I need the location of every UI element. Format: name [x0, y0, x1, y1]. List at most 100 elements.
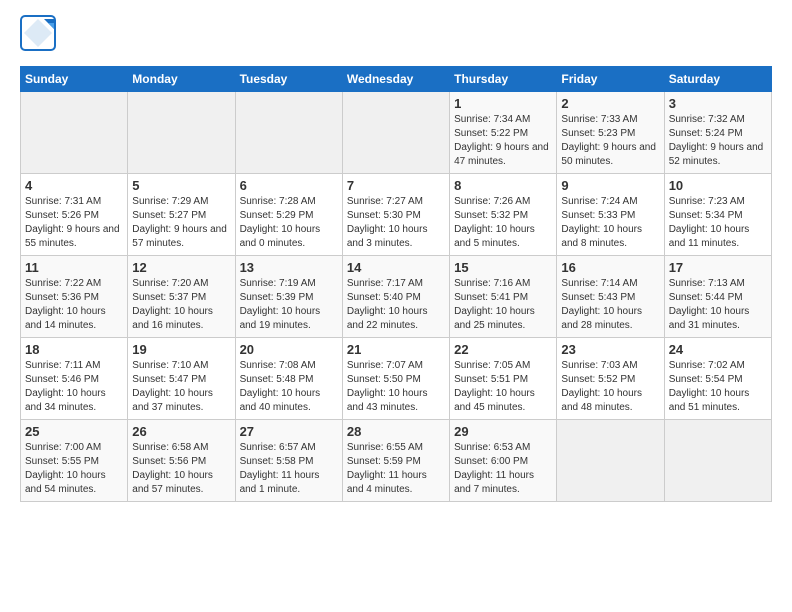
day-number: 10: [669, 178, 767, 193]
day-info: Sunrise: 6:57 AM Sunset: 5:58 PM Dayligh…: [240, 441, 338, 497]
calendar-cell: 24 Sunrise: 7:02 AM Sunset: 5:54 PM Dayli…: [664, 338, 771, 420]
weekday-header-wednesday: Wednesday: [342, 67, 449, 92]
day-info: Sunrise: 7:23 AM Sunset: 5:34 PM Dayligh…: [669, 195, 767, 251]
calendar-cell: 7 Sunrise: 7:27 AM Sunset: 5:30 PM Daylig…: [342, 174, 449, 256]
day-number: 27: [240, 424, 338, 439]
day-info: Sunrise: 7:05 AM Sunset: 5:51 PM Dayligh…: [454, 359, 552, 415]
calendar-cell: 10 Sunrise: 7:23 AM Sunset: 5:34 PM Dayli…: [664, 174, 771, 256]
calendar-week-row: 11 Sunrise: 7:22 AM Sunset: 5:36 PM Dayli…: [21, 256, 772, 338]
day-number: 23: [561, 342, 659, 357]
calendar-cell: 22 Sunrise: 7:05 AM Sunset: 5:51 PM Dayli…: [450, 338, 557, 420]
calendar-cell: 5 Sunrise: 7:29 AM Sunset: 5:27 PM Daylig…: [128, 174, 235, 256]
calendar-cell: 18Sunrise: 7:11 AM Sunset: 5:46 PM Dayli…: [21, 338, 128, 420]
calendar-cell: 19 Sunrise: 7:10 AM Sunset: 5:47 PM Dayli…: [128, 338, 235, 420]
calendar-cell: 4Sunrise: 7:31 AM Sunset: 5:26 PM Daylig…: [21, 174, 128, 256]
calendar-table: SundayMondayTuesdayWednesdayThursdayFrid…: [20, 66, 772, 502]
day-info: Sunrise: 7:03 AM Sunset: 5:52 PM Dayligh…: [561, 359, 659, 415]
calendar-cell: 29 Sunrise: 6:53 AM Sunset: 6:00 PM Dayli…: [450, 420, 557, 502]
calendar-cell: 27 Sunrise: 6:57 AM Sunset: 5:58 PM Dayli…: [235, 420, 342, 502]
calendar-header: SundayMondayTuesdayWednesdayThursdayFrid…: [21, 67, 772, 92]
logo: [20, 15, 60, 56]
calendar-cell: 14Sunrise: 7:17 AM Sunset: 5:40 PM Dayli…: [342, 256, 449, 338]
day-info: Sunrise: 7:19 AM Sunset: 5:39 PM Dayligh…: [240, 277, 338, 333]
day-info: Sunrise: 7:14 AM Sunset: 5:43 PM Dayligh…: [561, 277, 659, 333]
day-number: 16: [561, 260, 659, 275]
day-number: 6: [240, 178, 338, 193]
calendar-cell: 28 Sunrise: 6:55 AM Sunset: 5:59 PM Dayli…: [342, 420, 449, 502]
calendar-cell: 6 Sunrise: 7:28 AM Sunset: 5:29 PM Daylig…: [235, 174, 342, 256]
day-info: Sunrise: 7:11 AM Sunset: 5:46 PM Dayligh…: [25, 359, 123, 415]
calendar-cell: 21 Sunrise: 7:07 AM Sunset: 5:50 PM Dayli…: [342, 338, 449, 420]
day-info: Sunrise: 7:10 AM Sunset: 5:47 PM Dayligh…: [132, 359, 230, 415]
day-info: Sunrise: 7:02 AM Sunset: 5:54 PM Dayligh…: [669, 359, 767, 415]
logo-icon: [20, 15, 56, 51]
day-number: 25: [25, 424, 123, 439]
day-number: 24: [669, 342, 767, 357]
day-number: 22: [454, 342, 552, 357]
calendar-cell: 25 Sunrise: 7:00 AM Sunset: 5:55 PM Dayli…: [21, 420, 128, 502]
calendar-cell: 3 Sunrise: 7:32 AM Sunset: 5:24 PM Daylig…: [664, 92, 771, 174]
day-info: Sunrise: 7:28 AM Sunset: 5:29 PM Dayligh…: [240, 195, 338, 251]
calendar-container: SundayMondayTuesdayWednesdayThursdayFrid…: [0, 0, 792, 512]
day-number: 12: [132, 260, 230, 275]
day-info: Sunrise: 7:07 AM Sunset: 5:50 PM Dayligh…: [347, 359, 445, 415]
day-info: Sunrise: 6:55 AM Sunset: 5:59 PM Dayligh…: [347, 441, 445, 497]
day-info: Sunrise: 7:00 AM Sunset: 5:55 PM Dayligh…: [25, 441, 123, 497]
day-number: 17: [669, 260, 767, 275]
calendar-cell: 16 Sunrise: 7:14 AM Sunset: 5:43 PM Dayli…: [557, 256, 664, 338]
calendar-cell: [557, 420, 664, 502]
calendar-cell: 2Sunrise: 7:33 AM Sunset: 5:23 PM Daylig…: [557, 92, 664, 174]
calendar-cell: 8Sunrise: 7:26 AM Sunset: 5:32 PM Daylig…: [450, 174, 557, 256]
calendar-week-row: 25 Sunrise: 7:00 AM Sunset: 5:55 PM Dayli…: [21, 420, 772, 502]
weekday-header-monday: Monday: [128, 67, 235, 92]
weekday-header-tuesday: Tuesday: [235, 67, 342, 92]
day-number: 3: [669, 96, 767, 111]
day-info: Sunrise: 7:20 AM Sunset: 5:37 PM Dayligh…: [132, 277, 230, 333]
day-number: 21: [347, 342, 445, 357]
day-number: 20: [240, 342, 338, 357]
calendar-cell: 23 Sunrise: 7:03 AM Sunset: 5:52 PM Dayli…: [557, 338, 664, 420]
day-info: Sunrise: 7:24 AM Sunset: 5:33 PM Dayligh…: [561, 195, 659, 251]
day-info: Sunrise: 7:27 AM Sunset: 5:30 PM Dayligh…: [347, 195, 445, 251]
day-number: 8: [454, 178, 552, 193]
calendar-cell: 17 Sunrise: 7:13 AM Sunset: 5:44 PM Dayli…: [664, 256, 771, 338]
calendar-cell: 12 Sunrise: 7:20 AM Sunset: 5:37 PM Dayli…: [128, 256, 235, 338]
day-number: 1: [454, 96, 552, 111]
day-info: Sunrise: 6:58 AM Sunset: 5:56 PM Dayligh…: [132, 441, 230, 497]
weekday-header-sunday: Sunday: [21, 67, 128, 92]
day-info: Sunrise: 7:32 AM Sunset: 5:24 PM Dayligh…: [669, 113, 767, 169]
calendar-cell: 11 Sunrise: 7:22 AM Sunset: 5:36 PM Dayli…: [21, 256, 128, 338]
day-info: Sunrise: 7:22 AM Sunset: 5:36 PM Dayligh…: [25, 277, 123, 333]
day-info: Sunrise: 7:08 AM Sunset: 5:48 PM Dayligh…: [240, 359, 338, 415]
day-info: Sunrise: 7:34 AM Sunset: 5:22 PM Dayligh…: [454, 113, 552, 169]
calendar-week-row: 18Sunrise: 7:11 AM Sunset: 5:46 PM Dayli…: [21, 338, 772, 420]
day-number: 5: [132, 178, 230, 193]
calendar-cell: 26 Sunrise: 6:58 AM Sunset: 5:56 PM Dayli…: [128, 420, 235, 502]
day-number: 29: [454, 424, 552, 439]
weekday-header-saturday: Saturday: [664, 67, 771, 92]
day-info: Sunrise: 7:29 AM Sunset: 5:27 PM Dayligh…: [132, 195, 230, 251]
calendar-week-row: 1 Sunrise: 7:34 AM Sunset: 5:22 PM Daylig…: [21, 92, 772, 174]
day-number: 19: [132, 342, 230, 357]
day-number: 9: [561, 178, 659, 193]
weekday-header-thursday: Thursday: [450, 67, 557, 92]
calendar-body: 1 Sunrise: 7:34 AM Sunset: 5:22 PM Daylig…: [21, 92, 772, 502]
calendar-cell: 13 Sunrise: 7:19 AM Sunset: 5:39 PM Dayli…: [235, 256, 342, 338]
day-number: 11: [25, 260, 123, 275]
day-info: Sunrise: 7:33 AM Sunset: 5:23 PM Dayligh…: [561, 113, 659, 169]
calendar-week-row: 4Sunrise: 7:31 AM Sunset: 5:26 PM Daylig…: [21, 174, 772, 256]
day-info: Sunrise: 6:53 AM Sunset: 6:00 PM Dayligh…: [454, 441, 552, 497]
day-info: Sunrise: 7:13 AM Sunset: 5:44 PM Dayligh…: [669, 277, 767, 333]
calendar-cell: [128, 92, 235, 174]
day-number: 26: [132, 424, 230, 439]
calendar-cell: 1 Sunrise: 7:34 AM Sunset: 5:22 PM Daylig…: [450, 92, 557, 174]
calendar-cell: [664, 420, 771, 502]
day-number: 4: [25, 178, 123, 193]
calendar-cell: 15 Sunrise: 7:16 AM Sunset: 5:41 PM Dayli…: [450, 256, 557, 338]
day-number: 28: [347, 424, 445, 439]
day-number: 13: [240, 260, 338, 275]
calendar-cell: 20 Sunrise: 7:08 AM Sunset: 5:48 PM Dayli…: [235, 338, 342, 420]
day-number: 7: [347, 178, 445, 193]
day-number: 15: [454, 260, 552, 275]
day-info: Sunrise: 7:16 AM Sunset: 5:41 PM Dayligh…: [454, 277, 552, 333]
